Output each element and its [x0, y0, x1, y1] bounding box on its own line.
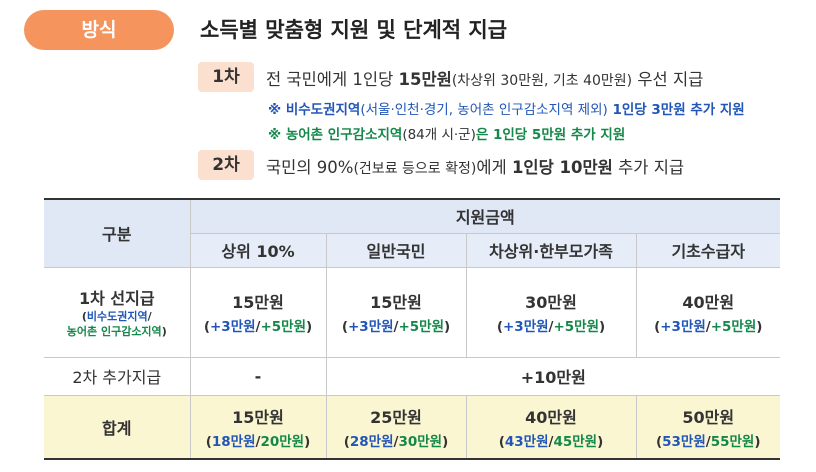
row2-first-cell: - [190, 357, 327, 396]
row1-sub-slash: / [147, 310, 152, 323]
note1-label: ※ 비수도권지역 [268, 102, 361, 118]
note2-detail: (84개 시·군) [402, 127, 476, 143]
row1-cell-b: +5만원 [710, 319, 757, 335]
page-title: 소득별 맞춤형 지원 및 단계적 지급 [200, 18, 508, 42]
step1-text: 전 국민에게 1인당 15만원(차상위 30만원, 기초 40만원) 우선 지급 [266, 66, 703, 90]
total-cell-b: 55만원 [710, 433, 755, 450]
step1-text-a: 전 국민에게 1인당 [266, 70, 399, 89]
col-header-low-income: 차상위·한부모가족 [466, 233, 637, 268]
col-header-general: 일반국민 [326, 233, 467, 268]
total-cell: 50만원 (53만원/55만원) [636, 395, 781, 460]
row1-cell-a: +3만원 [209, 319, 256, 335]
step2-text-e: 추가 지급 [612, 158, 685, 177]
row1-sub-green: 농어촌 인구감소지역 [66, 325, 162, 338]
total-cell-main: 15만원 [232, 407, 284, 427]
note2-amount: 은 1인당 5만원 추가 지원 [475, 127, 626, 143]
row1-cell: 15만원 (+3만원/+5만원) [326, 267, 467, 358]
row1-cell: 15만원 (+3만원/+5만원) [190, 267, 327, 358]
total-cell-b: 30만원 [398, 433, 443, 450]
step1-tag: 1차 [198, 62, 254, 92]
row1-cell-b: +5만원 [553, 319, 600, 335]
row1-sub-close: ) [161, 325, 167, 338]
row1-sublabel: (비수도권지역/농어촌 인구감소지역) [44, 309, 190, 339]
row1-cell: 30만원 (+3만원/+5만원) [466, 267, 637, 358]
total-cell: 25만원 (28만원/30만원) [326, 395, 467, 460]
note2-label: ※ 농어촌 인구감소지역 [268, 127, 403, 143]
total-cell-b: 20만원 [260, 433, 305, 450]
row1-cell-b: +5만원 [260, 319, 307, 335]
corner-header: 구분 [44, 198, 191, 268]
note-non-capital: ※ 비수도권지역(서울·인천·경기, 농어촌 인구감소지역 제외) 1인당 3만… [268, 98, 745, 118]
note-rural: ※ 농어촌 인구감소지역(84개 시·군)은 1인당 5만원 추가 지원 [268, 123, 625, 143]
row1-sub-blue: 비수도권지역 [86, 310, 148, 323]
note1-detail: (서울·인천·경기, 농어촌 인구감소지역 제외) [360, 102, 608, 118]
row1-cell-main: 15만원 [370, 293, 422, 312]
step1-amount: 15만원 [398, 70, 452, 89]
total-cell-a: 28만원 [349, 433, 394, 450]
group-header: 지원금액 [190, 198, 781, 234]
support-amount-table: 구분 지원금액 상위 10% 일반국민 차상위·한부모가족 기초수급자 1차 선… [44, 198, 781, 460]
step2-text: 국민의 90%(건보료 등으로 확정)에게 1인당 10만원 추가 지급 [266, 154, 684, 178]
row1-cell-a: +3만원 [660, 319, 706, 335]
step2-text-c: 에게 [476, 158, 512, 177]
step2-text-a: 국민의 90% [266, 158, 354, 177]
step2-amount: 1인당 10만원 [511, 158, 613, 177]
total-cell-a: 18만원 [211, 433, 256, 450]
col-header-basic: 기초수급자 [636, 233, 781, 268]
row1-cell: 40만원 (+3만원/+5만원) [636, 267, 781, 358]
total-cell-main: 40만원 [525, 407, 577, 427]
total-cell-a: 53만원 [662, 433, 706, 450]
note1-amount: 1인당 3만원 추가 지원 [607, 102, 745, 118]
step1-text-d: 우선 지급 [632, 70, 704, 89]
row1-label-text: 1차 선지급 [78, 289, 155, 308]
total-label: 합계 [44, 395, 191, 460]
total-cell: 40만원 (43만원/45만원) [466, 395, 637, 460]
step1-detail: (차상위 30만원, 기초 40만원) [451, 73, 633, 89]
step2-tag: 2차 [198, 150, 254, 180]
row1-cell-main: 30만원 [525, 293, 577, 312]
row2-label: 2차 추가지급 [44, 357, 191, 396]
total-cell-a: 43만원 [504, 433, 549, 450]
total-cell-main: 25만원 [370, 407, 422, 427]
row1-cell-a: +3만원 [347, 319, 394, 335]
row1-cell-a: +3만원 [502, 319, 549, 335]
total-cell-b: 45만원 [553, 433, 598, 450]
total-cell-main: 50만원 [682, 407, 735, 427]
method-badge: 방식 [24, 10, 174, 50]
row1-cell-main: 15만원 [232, 293, 284, 312]
step2-detail: (건보료 등으로 확정) [353, 161, 477, 177]
col-header-top10: 상위 10% [190, 233, 327, 268]
row1-cell-b: +5만원 [398, 319, 445, 335]
total-cell: 15만원 (18만원/20만원) [190, 395, 327, 460]
row2-merged-cell: +10만원 [326, 357, 781, 396]
row1-label: 1차 선지급 (비수도권지역/농어촌 인구감소지역) [44, 267, 191, 358]
row1-cell-main: 40만원 [682, 293, 735, 312]
